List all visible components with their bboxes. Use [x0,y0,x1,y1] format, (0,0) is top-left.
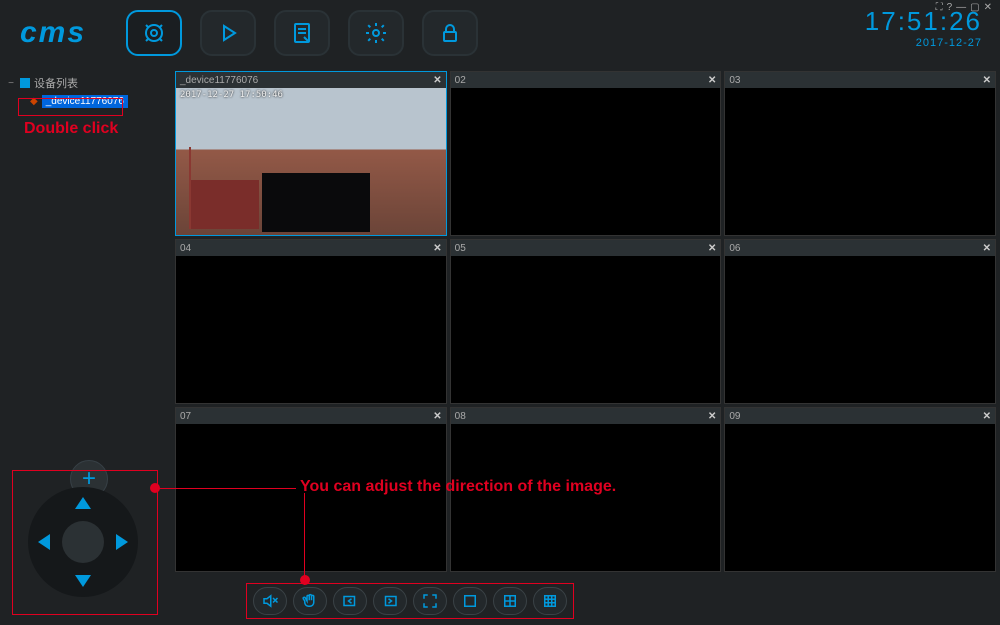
annotation-double-click: Double click [24,120,118,138]
clock-time: 17:51:26 [865,6,982,37]
nav-playback-button[interactable] [200,10,256,56]
ptz-down-button[interactable] [75,575,91,587]
video-tile[interactable]: 02 ✕ [450,71,722,236]
hand-button[interactable] [293,587,327,615]
next-page-button[interactable] [373,587,407,615]
fullscreen-button[interactable] [413,587,447,615]
video-tile[interactable]: 05 ✕ [450,239,722,404]
tile-close-button[interactable]: ✕ [433,411,441,422]
app-logo: cms [20,16,86,50]
tree-root-icon [20,78,30,88]
clock: 17:51:26 2017-12-27 [865,6,982,49]
device-tree: − 设备列表 ◆ _device11776076 [6,75,169,108]
nav-log-button[interactable] [274,10,330,56]
layout-4-button[interactable] [493,587,527,615]
tile-close-button[interactable]: ✕ [708,411,716,422]
tile-label: 06 [729,243,740,254]
close-icon[interactable]: ✕ [984,2,992,13]
video-tile[interactable]: 04 ✕ [175,239,447,404]
mute-button[interactable] [253,587,287,615]
tile-label: 07 [180,411,191,422]
ptz-control [18,477,148,607]
ptz-center-button[interactable] [62,521,104,563]
tile-close-button[interactable]: ✕ [983,411,991,422]
device-icon: ◆ [30,96,38,107]
tile-label: 03 [729,75,740,86]
tile-label: _device11776076 [180,75,258,86]
tile-osd-timestamp: 2017-12-27 17:50:46 [180,90,283,100]
ptz-left-button[interactable] [38,534,50,550]
tile-close-button[interactable]: ✕ [708,75,716,86]
bottom-toolbar [246,583,574,619]
tree-root-label[interactable]: 设备列表 [34,75,78,91]
nav-live-button[interactable] [126,10,182,56]
prev-page-button[interactable] [333,587,367,615]
tile-close-button[interactable]: ✕ [983,243,991,254]
ptz-right-button[interactable] [116,534,128,550]
video-tile[interactable]: _device11776076 ✕ 2017-12-27 17:50:46 [175,71,447,236]
tree-device-item[interactable]: ◆ _device11776076 [30,95,169,108]
tile-label: 08 [455,411,466,422]
tile-close-button[interactable]: ✕ [433,75,441,86]
tree-device-label: _device11776076 [42,95,128,108]
ptz-up-button[interactable] [75,497,91,509]
annotation-line [156,488,296,489]
tile-close-button[interactable]: ✕ [433,243,441,254]
tile-label: 04 [180,243,191,254]
tree-expand-icon[interactable]: − [6,78,16,89]
nav-settings-button[interactable] [348,10,404,56]
layout-9-button[interactable] [533,587,567,615]
tile-close-button[interactable]: ✕ [983,75,991,86]
clock-date: 2017-12-27 [865,37,982,49]
video-tile[interactable]: 06 ✕ [724,239,996,404]
tile-close-button[interactable]: ✕ [708,243,716,254]
annotation-line [304,493,305,585]
nav-lock-button[interactable] [422,10,478,56]
tile-label: 09 [729,411,740,422]
layout-1-button[interactable] [453,587,487,615]
tile-label: 02 [455,75,466,86]
tile-video-feed [176,88,446,235]
video-tile[interactable]: 03 ✕ [724,71,996,236]
video-grid: _device11776076✕2017-12-27 17:50:4602✕03… [175,71,996,573]
video-tile[interactable]: 09 ✕ [724,407,996,572]
tile-label: 05 [455,243,466,254]
annotation-dot [300,575,310,585]
annotation-adjust-text: You can adjust the direction of the imag… [300,478,616,496]
